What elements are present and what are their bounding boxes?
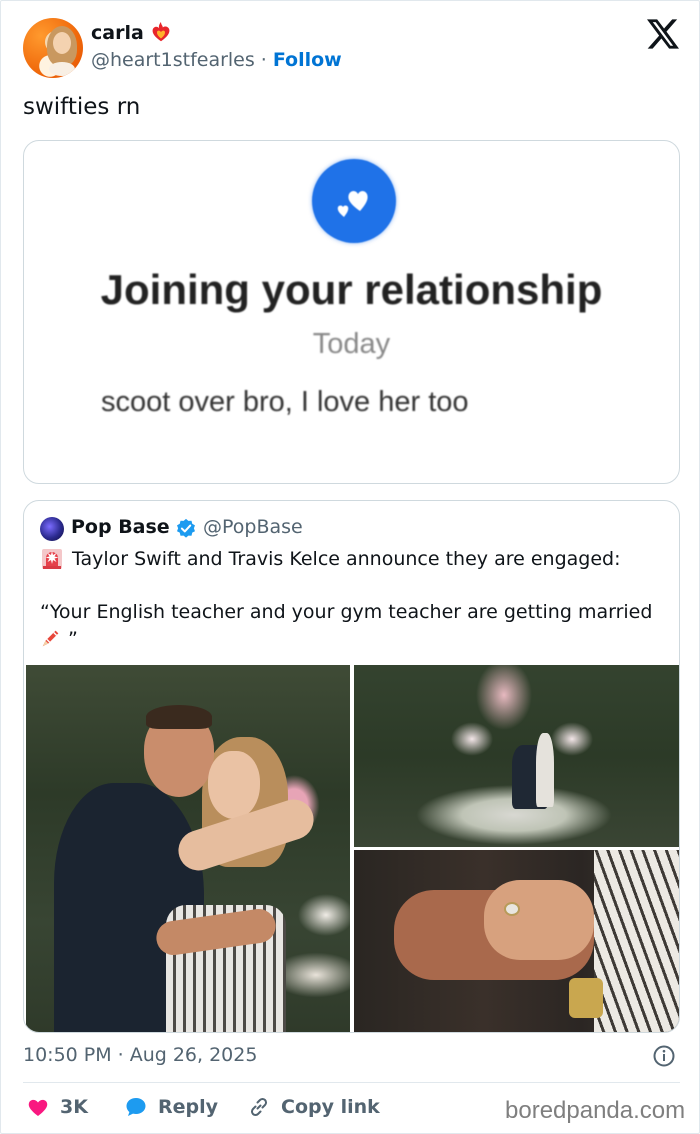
heart-icon xyxy=(28,1099,48,1116)
quoted-display-name[interactable]: Pop Base xyxy=(71,516,170,538)
hearts-icon xyxy=(312,159,396,243)
author-handle[interactable]: @heart1stfearles xyxy=(91,49,255,71)
verified-badge-icon xyxy=(177,518,195,538)
copy-link-label: Copy link xyxy=(281,1096,380,1118)
reply-button[interactable]: Reply xyxy=(124,1095,218,1119)
handle-separator: · xyxy=(260,49,267,71)
hands-ring-photo[interactable] xyxy=(354,850,679,1032)
tweet-embed: carla @heart1stfearles · Follow swifties… xyxy=(0,0,700,1134)
reply-label: Reply xyxy=(158,1096,219,1118)
quoted-text-headline: Taylor Swift and Travis Kelce announce t… xyxy=(72,548,621,570)
quoted-tweet[interactable]: Pop Base @PopBase Taylor Swift and Travi… xyxy=(23,500,680,1033)
like-count: 3K xyxy=(60,1096,88,1118)
tweet-timestamp[interactable]: 10:50 PM · Aug 26, 2025 xyxy=(23,1044,257,1066)
screenshot-image[interactable]: Joining your relationship Today scoot ov… xyxy=(23,140,680,484)
tweet-text: swifties rn xyxy=(23,94,141,120)
quoted-text-line2: “Your English teacher and your gym teach… xyxy=(40,599,670,653)
watermark: boredpanda.com xyxy=(505,1097,686,1124)
like-button[interactable]: 3K xyxy=(26,1095,88,1119)
notification-title: Joining your relationship xyxy=(100,266,603,313)
reply-bubble-icon xyxy=(126,1098,146,1116)
footer-divider xyxy=(23,1082,680,1083)
quoted-text-line1: Taylor Swift and Travis Kelce announce t… xyxy=(40,547,621,571)
couple-embrace-photo[interactable] xyxy=(26,665,350,1032)
link-icon xyxy=(250,1097,268,1117)
author-handle-row: @heart1stfearles · Follow xyxy=(91,49,342,71)
garden-proposal-photo[interactable] xyxy=(354,665,679,847)
notification-date: Today xyxy=(312,328,391,360)
follow-button[interactable]: Follow xyxy=(273,49,342,71)
author-name-row: carla xyxy=(91,22,172,44)
quoted-text-quote: “Your English teacher and your gym teach… xyxy=(40,601,653,623)
author-display-name[interactable]: carla xyxy=(91,22,144,44)
quoted-avatar[interactable] xyxy=(40,517,64,541)
tweet-date: Aug 26, 2025 xyxy=(129,1044,258,1066)
timestamp-separator: · xyxy=(117,1044,124,1066)
quoted-handle[interactable]: @PopBase xyxy=(203,516,303,538)
tweet-time: 10:50 PM xyxy=(23,1044,112,1066)
crayon-icon xyxy=(42,630,59,647)
x-logo-icon[interactable] xyxy=(647,19,679,49)
quoted-text-close: ” xyxy=(68,628,78,650)
copy-link-button[interactable]: Copy link xyxy=(247,1095,380,1119)
notification-message: scoot over bro, I love her too xyxy=(101,386,469,418)
flaming-heart-icon xyxy=(152,22,170,42)
author-avatar[interactable] xyxy=(23,18,83,78)
info-icon[interactable] xyxy=(652,1044,676,1068)
siren-icon xyxy=(42,549,62,569)
